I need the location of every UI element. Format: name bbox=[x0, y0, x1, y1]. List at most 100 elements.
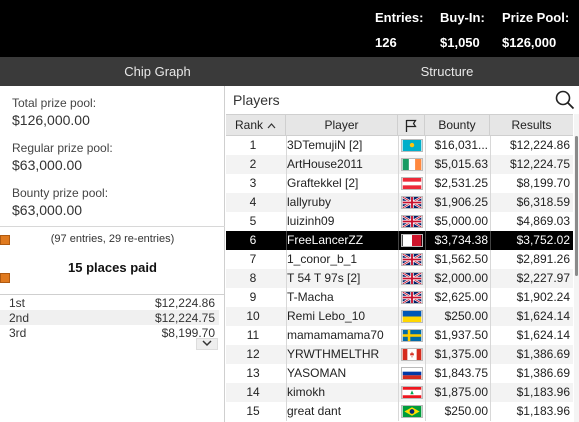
table-row[interactable]: 5 luizinh09 $5,000.00 $4,869.03 bbox=[226, 212, 573, 231]
column-divider bbox=[286, 136, 287, 155]
entries-label: Entries: bbox=[375, 10, 424, 25]
column-divider bbox=[286, 345, 287, 364]
payout-amount: $12,224.75 bbox=[154, 311, 215, 325]
column-header-player[interactable]: Player bbox=[286, 115, 398, 136]
column-divider bbox=[398, 326, 399, 345]
payout-row: 2nd $12,224.75 bbox=[0, 310, 219, 325]
results-cell: $4,869.03 bbox=[516, 214, 570, 228]
united-kingdom-flag-icon bbox=[401, 291, 423, 304]
regular-prize-pool-label: Regular prize pool: bbox=[12, 141, 113, 155]
results-cell: $12,224.75 bbox=[509, 157, 570, 171]
table-row[interactable]: 3 Graftekkel [2] $2,531.25 $8,199.70 bbox=[226, 174, 573, 193]
results-cell: $6,318.59 bbox=[516, 195, 570, 209]
column-divider bbox=[425, 174, 426, 193]
rank-cell: 3 bbox=[249, 176, 257, 190]
column-header-rank[interactable]: Rank bbox=[226, 115, 286, 136]
payout-place: 3rd bbox=[9, 326, 27, 340]
divider bbox=[0, 226, 225, 227]
player-name-cell: luizinh09 bbox=[287, 214, 335, 228]
column-divider bbox=[490, 269, 491, 288]
table-row[interactable]: 2 ArtHouse2011 $5,015.63 $12,224.75 bbox=[226, 155, 573, 174]
player-name-cell: ArtHouse2011 bbox=[287, 157, 363, 171]
entries-note: (97 entries, 29 re-entries) bbox=[50, 233, 175, 245]
column-header-results[interactable]: Results bbox=[490, 115, 573, 136]
player-name-cell: kimokh bbox=[287, 385, 326, 399]
rank-cell: 8 bbox=[249, 271, 257, 285]
table-row[interactable]: 14 kimokh $1,875.00 $1,183.96 bbox=[226, 383, 573, 402]
rank-cell: 7 bbox=[249, 252, 257, 266]
bounty-cell: $2,625.00 bbox=[434, 290, 488, 304]
column-divider bbox=[286, 383, 287, 402]
lebanon-flag-icon bbox=[401, 386, 423, 399]
bounty-cell: $2,000.00 bbox=[434, 271, 488, 285]
entries-stat: Entries: 126 bbox=[375, 10, 423, 50]
scrollbar-thumb[interactable] bbox=[575, 136, 578, 276]
column-divider bbox=[425, 269, 426, 288]
column-divider bbox=[398, 193, 399, 212]
bounty-cell: $1,375.00 bbox=[434, 347, 488, 361]
column-divider bbox=[490, 288, 491, 307]
table-row[interactable]: 11 mamamamama70 $1,937.50 $1,624.14 bbox=[226, 326, 573, 345]
column-divider bbox=[398, 364, 399, 383]
tab-chip-graph[interactable]: Chip Graph bbox=[0, 57, 315, 86]
table-row[interactable]: 6 FreeLancerZZ $3,734.38 $3,752.02 bbox=[226, 231, 573, 250]
tab-structure[interactable]: Structure bbox=[315, 57, 579, 86]
player-name-cell: mamamamama70 bbox=[287, 328, 384, 342]
table-row[interactable]: 4 lallyruby $1,906.25 $6,318.59 bbox=[226, 193, 573, 212]
player-name-cell: YRWTHMELTHR bbox=[287, 347, 380, 361]
column-header-rank-label: Rank bbox=[234, 118, 263, 132]
bounty-cell: $5,015.63 bbox=[434, 157, 488, 171]
column-divider bbox=[398, 250, 399, 269]
column-divider bbox=[490, 155, 491, 174]
column-divider bbox=[490, 231, 491, 250]
united-kingdom-flag-icon bbox=[401, 215, 423, 228]
results-cell: $8,199.70 bbox=[516, 176, 570, 190]
austria-flag-icon bbox=[401, 177, 423, 190]
table-row[interactable]: 10 Remi Lebo_10 $250.00 $1,624.14 bbox=[226, 307, 573, 326]
column-header-bounty[interactable]: Bounty bbox=[425, 115, 490, 136]
results-cell: $1,624.14 bbox=[516, 328, 570, 342]
table-row[interactable]: 12 YRWTHMELTHR $1,375.00 $1,386.69 bbox=[226, 345, 573, 364]
players-table-header: Rank Player Bounty Results bbox=[226, 114, 573, 136]
table-row[interactable]: 15 great dant $250.00 $1,183.96 bbox=[226, 402, 573, 421]
rank-cell: 4 bbox=[249, 195, 257, 209]
results-cell: $12,224.86 bbox=[509, 138, 570, 152]
buyin-stat: Buy-In: $1,050 bbox=[440, 10, 485, 50]
table-row[interactable]: 9 T-Macha $2,625.00 $1,902.24 bbox=[226, 288, 573, 307]
prize-info-panel: Total prize pool: $126,000.00 Regular pr… bbox=[0, 86, 225, 422]
column-divider bbox=[286, 193, 287, 212]
results-cell: $1,624.14 bbox=[516, 309, 570, 323]
payout-row: 3rd $8,199.70 bbox=[0, 325, 219, 340]
column-divider bbox=[490, 345, 491, 364]
column-header-country[interactable] bbox=[398, 115, 425, 136]
player-name-cell: lallyruby bbox=[287, 195, 332, 209]
player-name-cell: T 54 T 97s [2] bbox=[287, 271, 361, 285]
united-kingdom-flag-icon bbox=[401, 196, 423, 209]
column-divider bbox=[398, 402, 399, 421]
column-divider bbox=[286, 269, 287, 288]
column-divider bbox=[490, 174, 491, 193]
column-divider bbox=[398, 231, 399, 250]
bounty-cell: $5,000.00 bbox=[434, 214, 488, 228]
table-row[interactable]: 13 YASOMAN $1,843.75 $1,386.69 bbox=[226, 364, 573, 383]
chevron-down-icon bbox=[202, 340, 212, 347]
column-divider bbox=[490, 383, 491, 402]
united-kingdom-flag-icon bbox=[401, 253, 423, 266]
tab-bar: Chip Graph Structure bbox=[0, 57, 579, 86]
table-row[interactable]: 1 3DTemujiN [2] $16,031... $12,224.86 bbox=[226, 136, 573, 155]
column-divider bbox=[425, 307, 426, 326]
table-row[interactable]: 7 1_conor_b_1 $1,562.50 $2,891.26 bbox=[226, 250, 573, 269]
bookmark-icon[interactable] bbox=[0, 273, 10, 283]
column-divider bbox=[286, 288, 287, 307]
russia-flag-icon bbox=[401, 367, 423, 380]
table-row[interactable]: 8 T 54 T 97s [2] $2,000.00 $2,227.97 bbox=[226, 269, 573, 288]
regular-prize-pool: Regular prize pool: $63,000.00 bbox=[12, 141, 113, 173]
expand-payouts-button[interactable] bbox=[196, 338, 218, 350]
brazil-flag-icon bbox=[401, 405, 423, 418]
bookmark-icon[interactable] bbox=[0, 235, 10, 245]
column-divider bbox=[490, 402, 491, 421]
total-prize-pool-value: $126,000.00 bbox=[12, 112, 90, 128]
results-cell: $1,902.24 bbox=[516, 290, 570, 304]
search-icon[interactable] bbox=[555, 90, 575, 110]
rank-cell: 15 bbox=[246, 404, 260, 418]
